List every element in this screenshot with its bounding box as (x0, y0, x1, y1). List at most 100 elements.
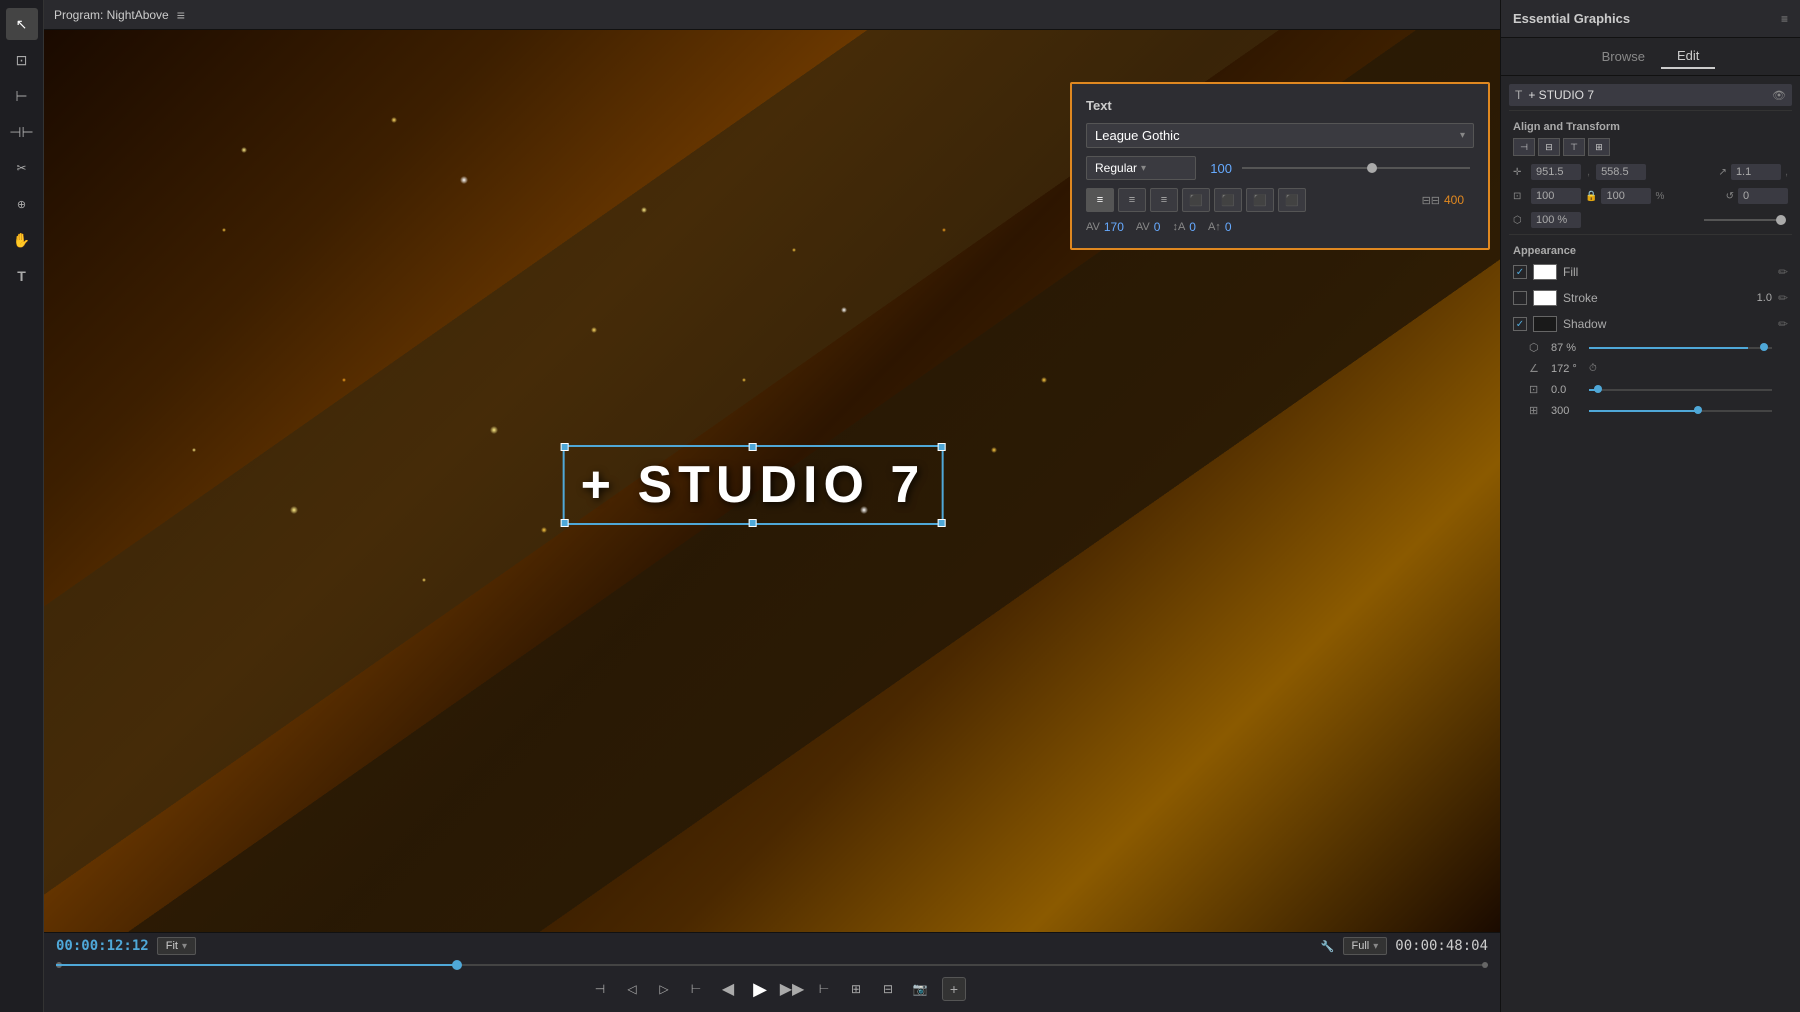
go-to-in-button[interactable]: ⊣ (586, 975, 614, 1003)
stroke-swatch[interactable] (1533, 290, 1557, 306)
shadow-edit-icon[interactable]: ✏ (1778, 317, 1788, 331)
scale-h[interactable]: 100 (1601, 188, 1651, 204)
stroke-width[interactable]: 1.0 (1757, 292, 1772, 304)
go-to-out-button[interactable]: ⊢ (810, 975, 838, 1003)
baseline-value[interactable]: 0 (1225, 220, 1232, 234)
fill-checkbox[interactable] (1513, 265, 1527, 279)
handle-bottom-left[interactable] (561, 519, 569, 527)
shadow-size-slider[interactable] (1589, 410, 1772, 412)
handle-bottom-center[interactable] (749, 519, 757, 527)
tool-ripple[interactable]: ⊢ (6, 80, 38, 112)
shadow-swatch[interactable] (1533, 316, 1557, 332)
font-size-value[interactable]: 100 (1202, 161, 1232, 176)
align-horiz-center-btn[interactable]: ⊟ (1538, 138, 1560, 156)
program-menu-icon[interactable]: ≡ (177, 7, 185, 23)
shadow-opacity-value[interactable]: 87 % (1551, 342, 1583, 354)
shadow-opacity-thumb[interactable] (1760, 343, 1768, 351)
opacity-slider[interactable] (1704, 219, 1784, 221)
fit-label: Fit (166, 940, 178, 952)
align-horiz-left-btn[interactable]: ⊣ (1513, 138, 1535, 156)
scale-w[interactable]: 100 (1531, 188, 1581, 204)
insert-button[interactable]: ⊞ (842, 975, 870, 1003)
shadow-angle-time-icon[interactable]: ⏱ (1589, 363, 1597, 374)
tool-text[interactable]: T (6, 260, 38, 292)
export-frame-button[interactable]: 📷 (906, 975, 934, 1003)
timecode-current[interactable]: 00:00:12:12 (56, 938, 149, 954)
panel-menu-icon[interactable]: ≡ (1781, 12, 1788, 26)
progress-row[interactable] (44, 959, 1500, 971)
justify-left-btn[interactable]: ⬛ (1182, 188, 1210, 212)
tool-hand[interactable]: ✋ (6, 224, 38, 256)
mark-out-button[interactable]: ▷ (650, 975, 678, 1003)
tool-track-select[interactable]: ⊡ (6, 44, 38, 76)
step-forward-button[interactable]: ▶▶ (778, 975, 806, 1003)
handle-top-center[interactable] (749, 443, 757, 451)
shadow-size-value[interactable]: 300 (1551, 405, 1583, 417)
shadow-label: Shadow (1563, 317, 1772, 331)
shadow-distance-value[interactable]: 0.0 (1551, 384, 1583, 396)
play-button[interactable]: ▶ (746, 975, 774, 1003)
tab-edit[interactable]: Edit (1661, 44, 1715, 69)
quality-dropdown[interactable]: Full ▾ (1343, 937, 1388, 955)
go-to-in-button2[interactable]: ⊢ (682, 975, 710, 1003)
tool-select[interactable]: ↖ (6, 8, 38, 40)
handle-top-right[interactable] (937, 443, 945, 451)
font-size-slider[interactable] (1242, 167, 1470, 169)
shadow-checkbox[interactable] (1513, 317, 1527, 331)
justify-all-btn[interactable]: ⬛ (1278, 188, 1306, 212)
justify-right-btn[interactable]: ⬛ (1246, 188, 1274, 212)
layer-visibility-icon[interactable]: 👁 (1772, 89, 1786, 102)
stroke-row: Stroke 1.0 ✏ (1509, 286, 1792, 310)
program-title: Program: NightAbove (54, 8, 169, 22)
layer-item[interactable]: T + STUDIO 7 👁 (1509, 84, 1792, 106)
wrench-icon[interactable]: 🔧 (1321, 940, 1335, 953)
shadow-opacity-slider[interactable] (1589, 347, 1772, 349)
tracking-icon: ⊟⊟ (1422, 194, 1440, 207)
video-canvas[interactable]: + STUDIO 7 Text League Gothic ▾ Regular … (44, 30, 1500, 932)
align-vert-center-btn[interactable]: ⊞ (1588, 138, 1610, 156)
style-dropdown[interactable]: Regular ▾ (1086, 156, 1196, 180)
font-dropdown[interactable]: League Gothic ▾ (1086, 123, 1474, 148)
step-back-button[interactable]: ◀ (714, 975, 742, 1003)
text-overlay[interactable]: + STUDIO 7 (563, 445, 944, 525)
stroke-edit-icon[interactable]: ✏ (1778, 291, 1788, 305)
tool-zoom[interactable]: ⊕ (6, 188, 38, 220)
align-left-btn[interactable]: ≡ (1086, 188, 1114, 212)
letter-spacing-value[interactable]: 400 (1444, 193, 1474, 207)
tool-slip[interactable]: ⊣⊢ (6, 116, 38, 148)
shadow-distance-slider[interactable] (1589, 389, 1772, 391)
align-right-btn[interactable]: ≡ (1150, 188, 1178, 212)
rotation-value[interactable]: 0 (1738, 188, 1788, 204)
progress-thumb[interactable] (452, 960, 462, 970)
tool-razor[interactable]: ✂ (6, 152, 38, 184)
stroke-checkbox[interactable] (1513, 291, 1527, 305)
position-y[interactable]: 558.5 (1596, 164, 1646, 180)
add-button[interactable]: + (942, 977, 966, 1001)
font-chevron-icon: ▾ (1460, 130, 1465, 141)
tsume-value[interactable]: 170 (1104, 220, 1124, 234)
overwrite-button[interactable]: ⊟ (874, 975, 902, 1003)
font-size-thumb[interactable] (1367, 163, 1377, 173)
shadow-size-thumb[interactable] (1694, 406, 1702, 414)
kerning-icon: AV (1136, 221, 1150, 233)
kerning-value[interactable]: 0 (1154, 220, 1161, 234)
handle-bottom-right[interactable] (937, 519, 945, 527)
leading-value[interactable]: 0 (1189, 220, 1196, 234)
justify-center-btn[interactable]: ⬛ (1214, 188, 1242, 212)
scale-value[interactable]: 1.1 (1731, 164, 1781, 180)
fill-edit-icon[interactable]: ✏ (1778, 265, 1788, 279)
studio-text-box[interactable]: + STUDIO 7 (563, 445, 944, 525)
progress-bar[interactable] (56, 964, 1488, 966)
opacity-value[interactable]: 100 % (1531, 212, 1581, 228)
align-vert-top-btn[interactable]: ⊤ (1563, 138, 1585, 156)
shadow-distance-thumb[interactable] (1594, 385, 1602, 393)
mark-in-button[interactable]: ◁ (618, 975, 646, 1003)
align-center-btn[interactable]: ≡ (1118, 188, 1146, 212)
fill-swatch[interactable] (1533, 264, 1557, 280)
position-x[interactable]: 951.5 (1531, 164, 1581, 180)
fit-dropdown[interactable]: Fit ▾ (157, 937, 196, 955)
handle-top-left[interactable] (561, 443, 569, 451)
opacity-slider-thumb[interactable] (1776, 215, 1786, 225)
tab-browse[interactable]: Browse (1586, 45, 1661, 68)
shadow-angle-value[interactable]: 172 ° (1551, 363, 1583, 375)
